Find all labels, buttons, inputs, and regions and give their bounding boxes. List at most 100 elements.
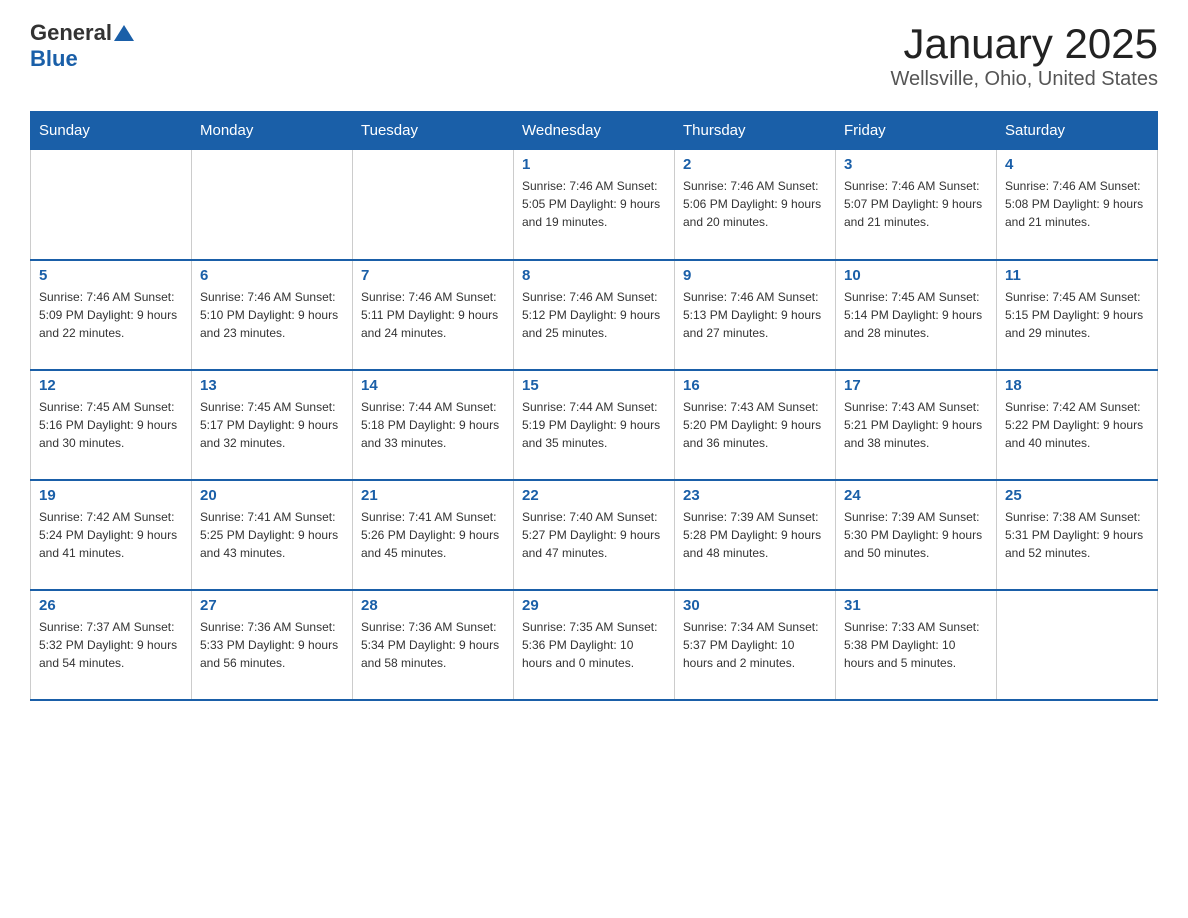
calendar-cell: 18 Sunrise: 7:42 AM Sunset: 5:22 PM Dayli… bbox=[997, 370, 1158, 480]
day-number: 19 bbox=[39, 487, 183, 504]
day-info: Sunrise: 7:45 AM Sunset: 5:14 PM Dayligh… bbox=[844, 288, 988, 342]
calendar-cell: 21 Sunrise: 7:41 AM Sunset: 5:26 PM Dayli… bbox=[353, 480, 514, 590]
calendar-body: 1 Sunrise: 7:46 AM Sunset: 5:05 PM Daylig… bbox=[31, 150, 1158, 700]
day-number: 10 bbox=[844, 267, 988, 284]
calendar-cell: 29 Sunrise: 7:35 AM Sunset: 5:36 PM Dayli… bbox=[514, 590, 675, 700]
calendar-cell: 5 Sunrise: 7:46 AM Sunset: 5:09 PM Daylig… bbox=[31, 260, 192, 370]
calendar-cell: 28 Sunrise: 7:36 AM Sunset: 5:34 PM Dayli… bbox=[353, 590, 514, 700]
day-info: Sunrise: 7:42 AM Sunset: 5:22 PM Dayligh… bbox=[1005, 398, 1149, 452]
calendar-week-row: 12 Sunrise: 7:45 AM Sunset: 5:16 PM Dayli… bbox=[31, 370, 1158, 480]
calendar-cell: 10 Sunrise: 7:45 AM Sunset: 5:14 PM Dayli… bbox=[836, 260, 997, 370]
day-number: 18 bbox=[1005, 377, 1149, 394]
calendar-table: SundayMondayTuesdayWednesdayThursdayFrid… bbox=[30, 111, 1158, 701]
day-number: 25 bbox=[1005, 487, 1149, 504]
day-info: Sunrise: 7:46 AM Sunset: 5:05 PM Dayligh… bbox=[522, 177, 666, 231]
calendar-week-row: 1 Sunrise: 7:46 AM Sunset: 5:05 PM Daylig… bbox=[31, 150, 1158, 260]
day-number: 4 bbox=[1005, 156, 1149, 173]
calendar-cell: 17Sunrise: 7:43 AM Sunset: 5:21 PM Dayli… bbox=[836, 370, 997, 480]
calendar-cell: 26 Sunrise: 7:37 AM Sunset: 5:32 PM Dayli… bbox=[31, 590, 192, 700]
day-number: 22 bbox=[522, 487, 666, 504]
calendar-header: SundayMondayTuesdayWednesdayThursdayFrid… bbox=[31, 112, 1158, 150]
day-number: 2 bbox=[683, 156, 827, 173]
day-info: Sunrise: 7:46 AM Sunset: 5:09 PM Dayligh… bbox=[39, 288, 183, 342]
day-number: 17 bbox=[844, 377, 988, 394]
day-info: Sunrise: 7:41 AM Sunset: 5:25 PM Dayligh… bbox=[200, 508, 344, 562]
calendar-cell: 4 Sunrise: 7:46 AM Sunset: 5:08 PM Daylig… bbox=[997, 150, 1158, 260]
logo: General Blue bbox=[30, 20, 134, 72]
day-info: Sunrise: 7:46 AM Sunset: 5:11 PM Dayligh… bbox=[361, 288, 505, 342]
day-number: 16 bbox=[683, 377, 827, 394]
calendar-cell bbox=[353, 150, 514, 260]
day-number: 28 bbox=[361, 597, 505, 614]
day-info: Sunrise: 7:46 AM Sunset: 5:12 PM Dayligh… bbox=[522, 288, 666, 342]
day-number: 14 bbox=[361, 377, 505, 394]
logo-general-text: General bbox=[30, 20, 112, 46]
column-header-friday: Friday bbox=[836, 112, 997, 150]
day-number: 12 bbox=[39, 377, 183, 394]
column-header-saturday: Saturday bbox=[997, 112, 1158, 150]
day-number: 8 bbox=[522, 267, 666, 284]
day-info: Sunrise: 7:44 AM Sunset: 5:19 PM Dayligh… bbox=[522, 398, 666, 452]
calendar-week-row: 19 Sunrise: 7:42 AM Sunset: 5:24 PM Dayli… bbox=[31, 480, 1158, 590]
day-info: Sunrise: 7:40 AM Sunset: 5:27 PM Dayligh… bbox=[522, 508, 666, 562]
day-info: Sunrise: 7:41 AM Sunset: 5:26 PM Dayligh… bbox=[361, 508, 505, 562]
day-info: Sunrise: 7:46 AM Sunset: 5:10 PM Dayligh… bbox=[200, 288, 344, 342]
calendar-cell: 16 Sunrise: 7:43 AM Sunset: 5:20 PM Dayli… bbox=[675, 370, 836, 480]
day-info: Sunrise: 7:45 AM Sunset: 5:16 PM Dayligh… bbox=[39, 398, 183, 452]
day-number: 30 bbox=[683, 597, 827, 614]
calendar-week-row: 26 Sunrise: 7:37 AM Sunset: 5:32 PM Dayli… bbox=[31, 590, 1158, 700]
page-header: General Blue January 2025 Wellsville, Oh… bbox=[30, 20, 1158, 91]
column-header-tuesday: Tuesday bbox=[353, 112, 514, 150]
day-info: Sunrise: 7:34 AM Sunset: 5:37 PM Dayligh… bbox=[683, 618, 827, 672]
day-number: 3 bbox=[844, 156, 988, 173]
day-info: Sunrise: 7:37 AM Sunset: 5:32 PM Dayligh… bbox=[39, 618, 183, 672]
calendar-cell: 13Sunrise: 7:45 AM Sunset: 5:17 PM Dayli… bbox=[192, 370, 353, 480]
calendar-cell: 25 Sunrise: 7:38 AM Sunset: 5:31 PM Dayli… bbox=[997, 480, 1158, 590]
calendar-cell: 30 Sunrise: 7:34 AM Sunset: 5:37 PM Dayli… bbox=[675, 590, 836, 700]
day-info: Sunrise: 7:39 AM Sunset: 5:28 PM Dayligh… bbox=[683, 508, 827, 562]
day-info: Sunrise: 7:44 AM Sunset: 5:18 PM Dayligh… bbox=[361, 398, 505, 452]
day-number: 5 bbox=[39, 267, 183, 284]
calendar-cell: 6Sunrise: 7:46 AM Sunset: 5:10 PM Daylig… bbox=[192, 260, 353, 370]
day-number: 9 bbox=[683, 267, 827, 284]
day-number: 26 bbox=[39, 597, 183, 614]
calendar-cell: 11 Sunrise: 7:45 AM Sunset: 5:15 PM Dayli… bbox=[997, 260, 1158, 370]
calendar-cell: 23 Sunrise: 7:39 AM Sunset: 5:28 PM Dayli… bbox=[675, 480, 836, 590]
calendar-cell: 1 Sunrise: 7:46 AM Sunset: 5:05 PM Daylig… bbox=[514, 150, 675, 260]
calendar-cell: 9 Sunrise: 7:46 AM Sunset: 5:13 PM Daylig… bbox=[675, 260, 836, 370]
day-number: 23 bbox=[683, 487, 827, 504]
location-text: Wellsville, Ohio, United States bbox=[890, 68, 1158, 91]
day-info: Sunrise: 7:46 AM Sunset: 5:07 PM Dayligh… bbox=[844, 177, 988, 231]
day-number: 13 bbox=[200, 377, 344, 394]
month-title: January 2025 bbox=[890, 20, 1158, 68]
day-info: Sunrise: 7:35 AM Sunset: 5:36 PM Dayligh… bbox=[522, 618, 666, 672]
day-number: 29 bbox=[522, 597, 666, 614]
calendar-cell: 24Sunrise: 7:39 AM Sunset: 5:30 PM Dayli… bbox=[836, 480, 997, 590]
calendar-cell: 8 Sunrise: 7:46 AM Sunset: 5:12 PM Daylig… bbox=[514, 260, 675, 370]
day-info: Sunrise: 7:46 AM Sunset: 5:13 PM Dayligh… bbox=[683, 288, 827, 342]
day-info: Sunrise: 7:38 AM Sunset: 5:31 PM Dayligh… bbox=[1005, 508, 1149, 562]
calendar-cell: 27Sunrise: 7:36 AM Sunset: 5:33 PM Dayli… bbox=[192, 590, 353, 700]
day-info: Sunrise: 7:46 AM Sunset: 5:08 PM Dayligh… bbox=[1005, 177, 1149, 231]
calendar-cell bbox=[192, 150, 353, 260]
calendar-cell: 3 Sunrise: 7:46 AM Sunset: 5:07 PM Daylig… bbox=[836, 150, 997, 260]
day-number: 31 bbox=[844, 597, 988, 614]
day-number: 1 bbox=[522, 156, 666, 173]
day-info: Sunrise: 7:33 AM Sunset: 5:38 PM Dayligh… bbox=[844, 618, 988, 672]
title-section: January 2025 Wellsville, Ohio, United St… bbox=[890, 20, 1158, 91]
day-info: Sunrise: 7:39 AM Sunset: 5:30 PM Dayligh… bbox=[844, 508, 988, 562]
day-number: 20 bbox=[200, 487, 344, 504]
day-info: Sunrise: 7:43 AM Sunset: 5:20 PM Dayligh… bbox=[683, 398, 827, 452]
day-info: Sunrise: 7:36 AM Sunset: 5:34 PM Dayligh… bbox=[361, 618, 505, 672]
column-header-wednesday: Wednesday bbox=[514, 112, 675, 150]
day-info: Sunrise: 7:36 AM Sunset: 5:33 PM Dayligh… bbox=[200, 618, 344, 672]
day-number: 11 bbox=[1005, 267, 1149, 284]
calendar-cell: 2 Sunrise: 7:46 AM Sunset: 5:06 PM Daylig… bbox=[675, 150, 836, 260]
day-info: Sunrise: 7:45 AM Sunset: 5:15 PM Dayligh… bbox=[1005, 288, 1149, 342]
calendar-cell bbox=[31, 150, 192, 260]
day-number: 21 bbox=[361, 487, 505, 504]
calendar-cell: 20 Sunrise: 7:41 AM Sunset: 5:25 PM Dayli… bbox=[192, 480, 353, 590]
day-info: Sunrise: 7:46 AM Sunset: 5:06 PM Dayligh… bbox=[683, 177, 827, 231]
calendar-cell: 19 Sunrise: 7:42 AM Sunset: 5:24 PM Dayli… bbox=[31, 480, 192, 590]
day-info: Sunrise: 7:42 AM Sunset: 5:24 PM Dayligh… bbox=[39, 508, 183, 562]
